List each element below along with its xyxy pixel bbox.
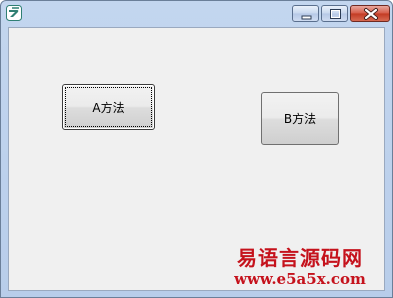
method-b-label: B方法 <box>283 112 317 126</box>
watermark: 易语言源码网 www.e5a5x.com <box>220 246 380 288</box>
method-a-label: A方法 <box>92 100 125 115</box>
close-icon <box>364 8 378 20</box>
maximize-icon <box>330 9 341 19</box>
minimize-icon <box>301 15 312 20</box>
close-button[interactable] <box>350 5 390 22</box>
minimize-button[interactable] <box>292 5 319 22</box>
title-bar[interactable] <box>1 1 392 26</box>
method-a-button[interactable]: A方法 <box>62 84 155 130</box>
watermark-title: 易语言源码网 <box>237 246 363 270</box>
app-icon[interactable] <box>6 5 22 21</box>
watermark-url: www.e5a5x.com <box>234 270 366 288</box>
maximize-button[interactable] <box>321 5 348 22</box>
method-b-button[interactable]: B方法 <box>261 92 339 145</box>
